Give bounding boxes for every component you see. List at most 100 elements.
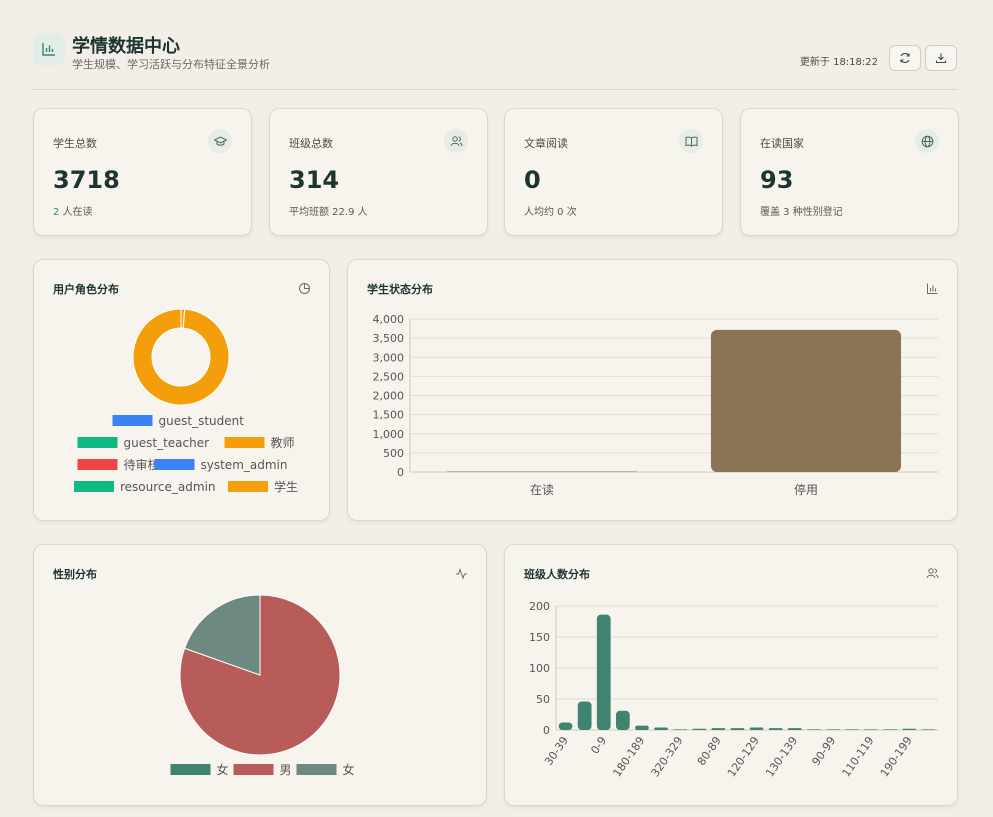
bar <box>806 729 821 730</box>
bar <box>654 727 668 730</box>
graduation-cap-icon <box>208 129 232 153</box>
y-tick-label: 200 <box>529 600 550 613</box>
legend-label: 男 <box>280 763 292 777</box>
role-donut-chart: guest_student guest_teacher 教师待审核 system_ad… <box>74 308 298 494</box>
stat-label: 在读国家 <box>760 137 804 150</box>
bar <box>596 614 611 730</box>
page-header: 学情数据中心 学生规模、学习活跃与分布特征全景分析 更新于 18:18:22 <box>33 31 957 90</box>
logo <box>33 33 65 65</box>
download-icon <box>935 53 947 64</box>
legend-swatch <box>224 437 265 448</box>
legend-swatch <box>112 415 153 426</box>
refresh-icon <box>900 53 910 63</box>
legend-label: 女 <box>343 762 355 777</box>
y-tick-label: 0 <box>543 724 550 737</box>
legend-label: system_admin <box>201 458 288 472</box>
bar <box>826 729 840 730</box>
y-tick-label: 1,500 <box>373 409 405 422</box>
stat-sub: 覆盖 3 种性别登记 <box>760 207 843 218</box>
x-tick-label: 180-189 <box>610 734 647 779</box>
stat-label: 学生总数 <box>53 137 97 150</box>
stat-value: 93 <box>760 166 794 194</box>
bar <box>730 728 745 730</box>
x-tick-label: 320-329 <box>649 734 686 779</box>
y-tick-label: 500 <box>383 447 404 460</box>
stat-value: 3718 <box>53 166 120 194</box>
bar <box>635 725 649 730</box>
bar <box>710 329 902 472</box>
bar <box>711 728 726 730</box>
updated-time: 更新于 18:18:22 <box>799 57 878 68</box>
legend-swatch <box>228 481 268 492</box>
y-tick-label: 3,000 <box>373 351 405 364</box>
x-tick-label: 在读 <box>530 483 554 497</box>
x-tick-label: 110-119 <box>840 734 877 779</box>
bar <box>749 727 764 730</box>
legend-swatch <box>296 764 337 775</box>
x-tick-label: 停用 <box>794 482 818 497</box>
gender-chart-card: 性别分布 女男女 <box>33 544 487 806</box>
x-tick-label: 120-129 <box>725 734 762 779</box>
bar <box>558 722 573 730</box>
bar <box>615 710 630 730</box>
page-title: 学情数据中心 <box>72 36 180 57</box>
legend-label: 待审核 <box>124 457 160 472</box>
stat-value: 0 <box>524 166 541 194</box>
legend-label: 教师 <box>271 435 295 450</box>
bar <box>902 728 917 730</box>
legend-swatch <box>77 437 118 448</box>
stat-label: 班级总数 <box>289 137 333 150</box>
bar <box>768 728 783 730</box>
book-icon <box>679 129 703 153</box>
status-bar-chart: 0 500 1,000 1,500 2,000 2,500 3,000 3,500 4,000 在… <box>373 313 938 497</box>
y-tick-label: 100 <box>529 662 550 675</box>
page-subtitle: 学生规模、学习活跃与分布特征全景分析 <box>72 58 270 71</box>
y-tick-label: 2,000 <box>373 390 405 403</box>
stat-label: 文章阅读 <box>524 137 568 150</box>
pie-slice <box>132 308 230 406</box>
refresh-button[interactable] <box>889 45 921 71</box>
bar <box>921 729 936 730</box>
bar <box>446 471 638 472</box>
legend-swatch <box>233 764 274 775</box>
class-size-bar-chart: 05010015020030-39 0-9 180-189 320-329 80-89 1… <box>529 600 938 779</box>
class-size-chart-card: 班级人数分布 0 50 100 150 200 30-39 0-9 180-189 320-32… <box>504 544 958 806</box>
y-tick-label: 3,500 <box>373 332 405 345</box>
bar <box>577 701 592 730</box>
download-button[interactable] <box>925 45 957 71</box>
legend-label: guest_teacher <box>124 436 210 450</box>
x-tick-label: 80-89 <box>695 734 724 768</box>
stat-card-students: 学生总数 3718 2 人在读 <box>33 108 252 236</box>
bar <box>845 729 859 730</box>
stat-card-classes: 班级总数 314 平均班额 22.9 人 <box>269 108 488 236</box>
legend-swatch <box>154 459 195 470</box>
users-icon <box>444 129 468 153</box>
legend-label: 女 <box>217 762 229 777</box>
y-tick-label: 2,500 <box>373 370 405 383</box>
stat-sub: 人均约 0 次 <box>524 207 577 218</box>
role-chart-card: 用户角色分布 guest_student guest_teacher 教师 待审核 sy… <box>33 259 330 521</box>
globe-icon <box>915 129 939 153</box>
y-tick-label: 4,000 <box>373 313 405 326</box>
x-tick-label: 190-199 <box>878 734 915 779</box>
legend-swatch <box>77 459 118 470</box>
x-tick-label: 30-39 <box>542 734 571 768</box>
status-chart-card: 学生状态分布 0 500 1,000 1,500 2,000 2,500 3,000 3,50… <box>347 259 958 521</box>
x-tick-label: 130-139 <box>763 734 800 779</box>
legend-label: 学生 <box>274 479 298 494</box>
legend-label: guest_student <box>159 414 245 428</box>
stat-value: 314 <box>289 166 340 194</box>
legend-swatch <box>170 764 211 775</box>
y-tick-label: 1,000 <box>373 428 405 441</box>
y-tick-label: 50 <box>536 693 550 706</box>
y-tick-label: 0 <box>397 466 404 479</box>
bar <box>692 728 707 730</box>
x-tick-label: 90-99 <box>809 734 838 768</box>
stat-card-reading: 文章阅读 0 人均约 0 次 <box>504 108 723 236</box>
x-tick-label: 0-9 <box>588 734 609 756</box>
bar <box>673 729 688 730</box>
y-tick-label: 150 <box>529 631 550 644</box>
stat-card-countries: 在读国家 93 覆盖 3 种性别登记 <box>740 108 959 236</box>
legend-label: resource_admin <box>120 480 216 494</box>
legend-swatch <box>74 481 114 492</box>
